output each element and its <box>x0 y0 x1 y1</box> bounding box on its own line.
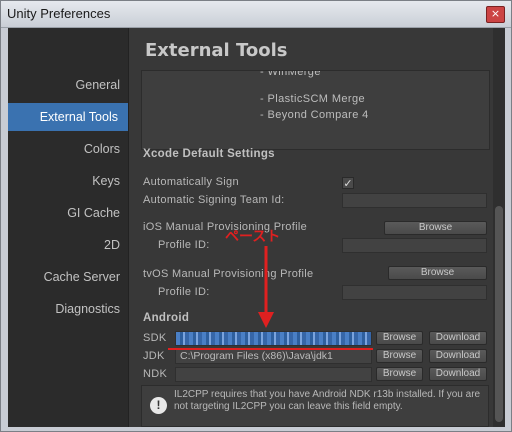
paste-arrow-icon <box>168 246 373 350</box>
